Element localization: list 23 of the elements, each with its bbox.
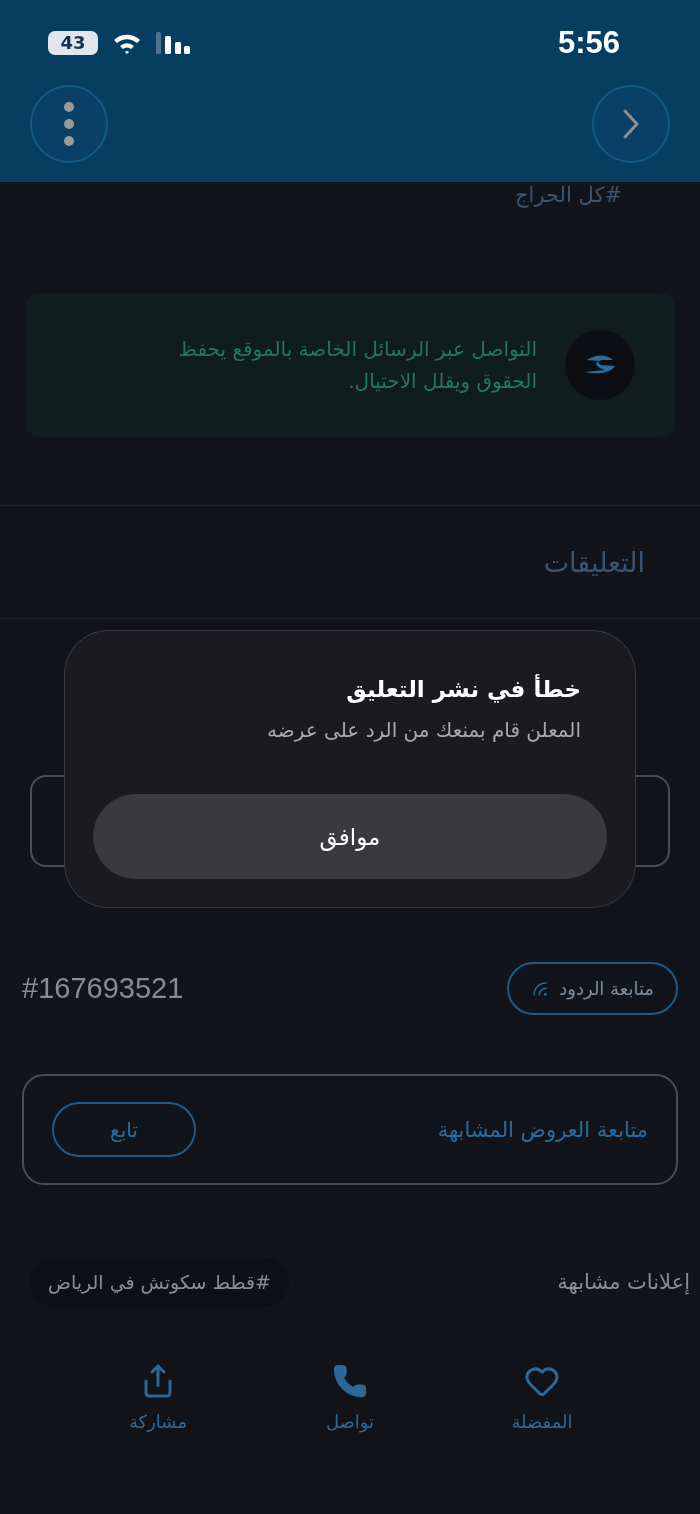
ok-button[interactable]: موافق bbox=[93, 794, 607, 879]
logo-icon bbox=[565, 330, 635, 400]
phone-icon bbox=[332, 1363, 368, 1399]
ad-number: #167693521 bbox=[22, 972, 184, 1005]
nav-item[interactable]: تواصل bbox=[254, 1363, 446, 1432]
chevron-right-icon bbox=[623, 109, 639, 139]
category-link[interactable]: #كل الحراج bbox=[515, 182, 622, 208]
feed-icon bbox=[531, 979, 550, 998]
nav-item[interactable]: مشاركة bbox=[62, 1363, 254, 1432]
tag-chip[interactable]: #قطط سكوتش في الرياض bbox=[30, 1257, 289, 1307]
alert-message: المعلن قام بمنعك من الرد على عرضه bbox=[266, 717, 581, 744]
battery-indicator: 43 bbox=[48, 30, 98, 55]
follow-replies-button[interactable]: متابعة الردود bbox=[507, 962, 678, 1015]
follow-similar-label: متابعة العروض المشابهة bbox=[437, 1117, 648, 1142]
more-icon bbox=[64, 102, 74, 146]
nav-item[interactable]: المفضلة bbox=[446, 1363, 638, 1432]
follow-button[interactable]: تابع bbox=[52, 1102, 196, 1157]
status-time: 5:56 bbox=[557, 24, 620, 61]
comments-title: التعليقات bbox=[543, 546, 645, 578]
similar-ads-title: إعلانات مشابهة bbox=[557, 1270, 690, 1294]
alert-title: خطأ في نشر التعليق bbox=[345, 673, 581, 705]
notice-text: التواصل عبر الرسائل الخاصة بالموقع يحفظ الحقوق ويقلل الاحتيال. bbox=[177, 336, 537, 395]
signal-icon bbox=[156, 31, 190, 54]
